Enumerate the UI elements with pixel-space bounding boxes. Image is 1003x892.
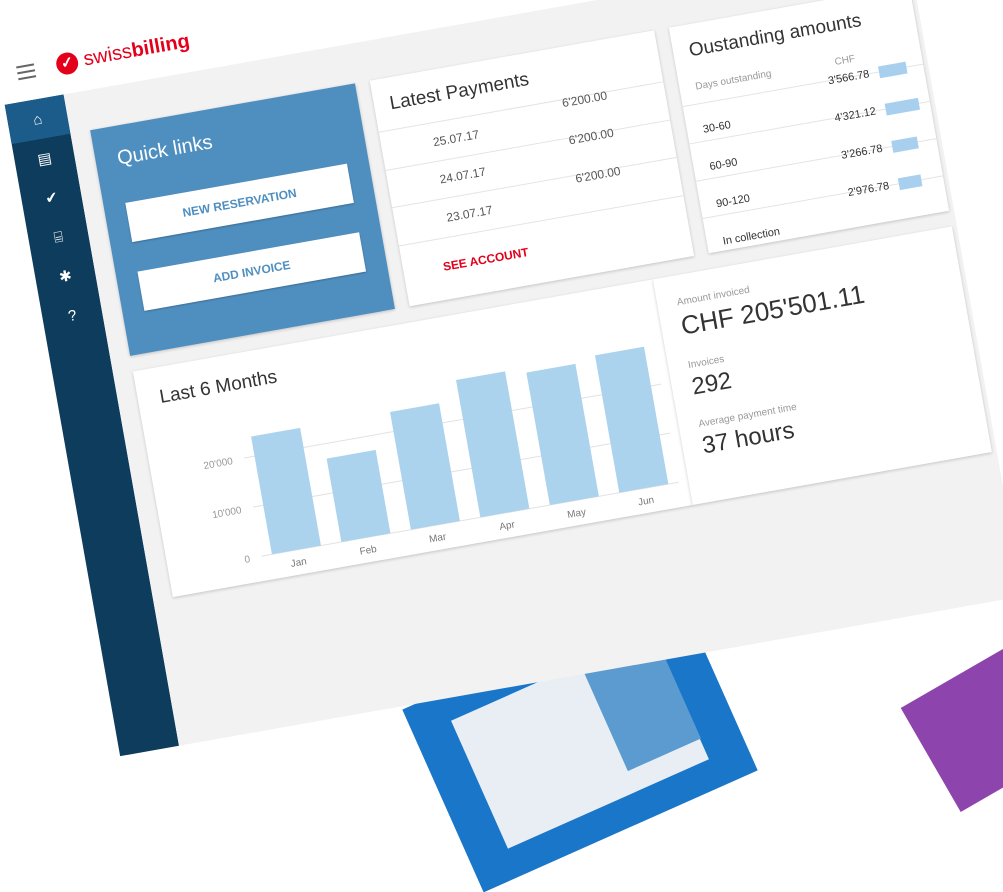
payment-date: 23.07.17: [445, 202, 494, 225]
logo-prefix: swiss: [81, 40, 134, 71]
x-tick-label: Mar: [428, 532, 447, 546]
payment-amount: 6'200.00: [560, 88, 609, 111]
hamburger-menu-icon[interactable]: [16, 63, 37, 81]
bar[interactable]: [456, 371, 530, 518]
gridline: [252, 432, 670, 508]
outstanding-label: 30-60: [702, 119, 732, 136]
payment-date: 25.07.17: [431, 127, 481, 150]
quick-links-title: Quick links: [115, 131, 215, 170]
bar[interactable]: [326, 449, 391, 542]
gridline: [244, 383, 662, 459]
x-tick-label: Apr: [499, 519, 517, 533]
x-tick-label: Feb: [359, 544, 378, 558]
invoices-value: 292: [689, 367, 734, 401]
new-reservation-button[interactable]: NEW RESERVATION: [125, 163, 354, 243]
outstanding-label: 60-90: [708, 156, 739, 174]
add-invoice-button[interactable]: ADD INVOICE: [137, 232, 367, 311]
logo[interactable]: ✓ swiss billing: [54, 30, 191, 76]
see-account-link[interactable]: SEE ACCOUNT: [442, 245, 530, 274]
outstanding-bar: [897, 174, 923, 191]
app-window: ✓ swiss billing ⌂ ▤ ✔ ⌸ ✱ ? Quick links N…: [0, 0, 1003, 757]
y-tick-label: 0: [244, 554, 252, 566]
outstanding-title: Oustanding amounts: [687, 10, 863, 62]
chf-header: CHF: [833, 53, 856, 68]
logo-suffix: billing: [129, 30, 192, 62]
amount-invoiced-value: CHF 205'501.11: [678, 278, 867, 341]
outstanding-label: In collection: [721, 225, 781, 248]
outstanding-amounts-card: Oustanding amounts Days outstanding CHF …: [668, 0, 950, 257]
bar[interactable]: [390, 403, 460, 530]
dashboard: Quick links NEW RESERVATION ADD INVOICE …: [63, 0, 1003, 746]
x-tick-label: May: [566, 507, 586, 521]
gridline: [261, 481, 679, 557]
stats-card: Amount invoiced CHF 205'501.11 Invoices …: [652, 226, 992, 505]
y-tick-label: 20'000: [203, 456, 235, 472]
x-tick-label: Jun: [637, 495, 655, 509]
decorative-shape: [900, 628, 1003, 812]
outstanding-label: 90-120: [715, 192, 751, 211]
outstanding-bar: [878, 61, 908, 79]
days-outstanding-header: Days outstanding: [694, 68, 773, 93]
check-icon: ✓: [54, 50, 80, 76]
outstanding-value: 3'566.78: [827, 68, 871, 88]
y-tick-label: 10'000: [211, 505, 243, 521]
bar[interactable]: [594, 346, 669, 493]
x-tick-label: Jan: [290, 556, 308, 570]
payment-date: 24.07.17: [438, 164, 487, 187]
bar[interactable]: [251, 427, 321, 555]
bar[interactable]: [526, 363, 599, 506]
latest-payments-card: Latest Payments 25.07.17 6'200.00 24.07.…: [369, 30, 695, 307]
quick-links-card: Quick links NEW RESERVATION ADD INVOICE: [90, 83, 395, 356]
